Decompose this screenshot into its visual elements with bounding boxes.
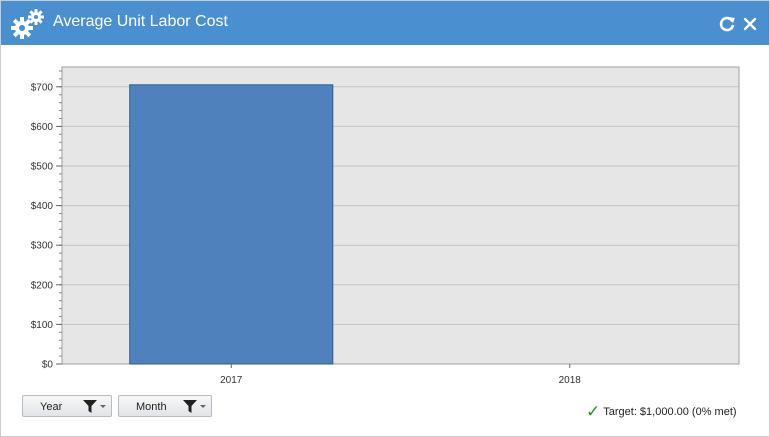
refresh-icon[interactable] — [718, 15, 736, 33]
y-tick-label: $100 — [31, 320, 54, 331]
bar-2017 — [129, 84, 334, 365]
x-tick-label: 2018 — [559, 375, 582, 386]
y-tick-label: $0 — [42, 360, 54, 371]
dashboard-widget: Average Unit Labor Cost $0 $100 $200 $300 $4… — [0, 0, 770, 437]
y-tick-label: $600 — [31, 122, 54, 133]
widget-title: Average Unit Labor Cost — [53, 13, 228, 30]
target-text: Target: $1,000.00 (0% met) — [603, 406, 737, 418]
target-status: ✓ Target: $1,000.00 (0% met) — [586, 400, 737, 421]
y-tick-label: $300 — [31, 241, 54, 252]
year-filter-button[interactable]: Year — [22, 395, 112, 417]
gears-icon — [11, 9, 44, 39]
y-tick-label: $400 — [31, 201, 54, 212]
month-filter-label: Month — [136, 401, 167, 413]
x-tick-label: 2017 — [220, 375, 243, 386]
funnel-icon — [83, 400, 97, 413]
y-tick-label: $500 — [31, 162, 54, 173]
bar-chart: $0 $100 $200 $300 $400 $500 $600 $700 2017 2018 — [31, 66, 740, 386]
funnel-icon — [183, 400, 197, 413]
year-filter-label: Year — [40, 401, 63, 413]
chevron-down-icon — [100, 405, 106, 408]
month-filter-button[interactable]: Month — [118, 395, 212, 417]
y-tick-label: $700 — [31, 82, 54, 93]
y-tick-label: $200 — [31, 280, 54, 291]
close-icon[interactable] — [741, 15, 759, 33]
chart-area: $0 $100 $200 $300 $400 $500 $600 $700 2017 2018 — [1, 45, 769, 395]
checkmark-icon: ✓ — [586, 402, 601, 421]
widget-header: Average Unit Labor Cost — [1, 1, 769, 45]
chevron-down-icon — [200, 405, 206, 408]
